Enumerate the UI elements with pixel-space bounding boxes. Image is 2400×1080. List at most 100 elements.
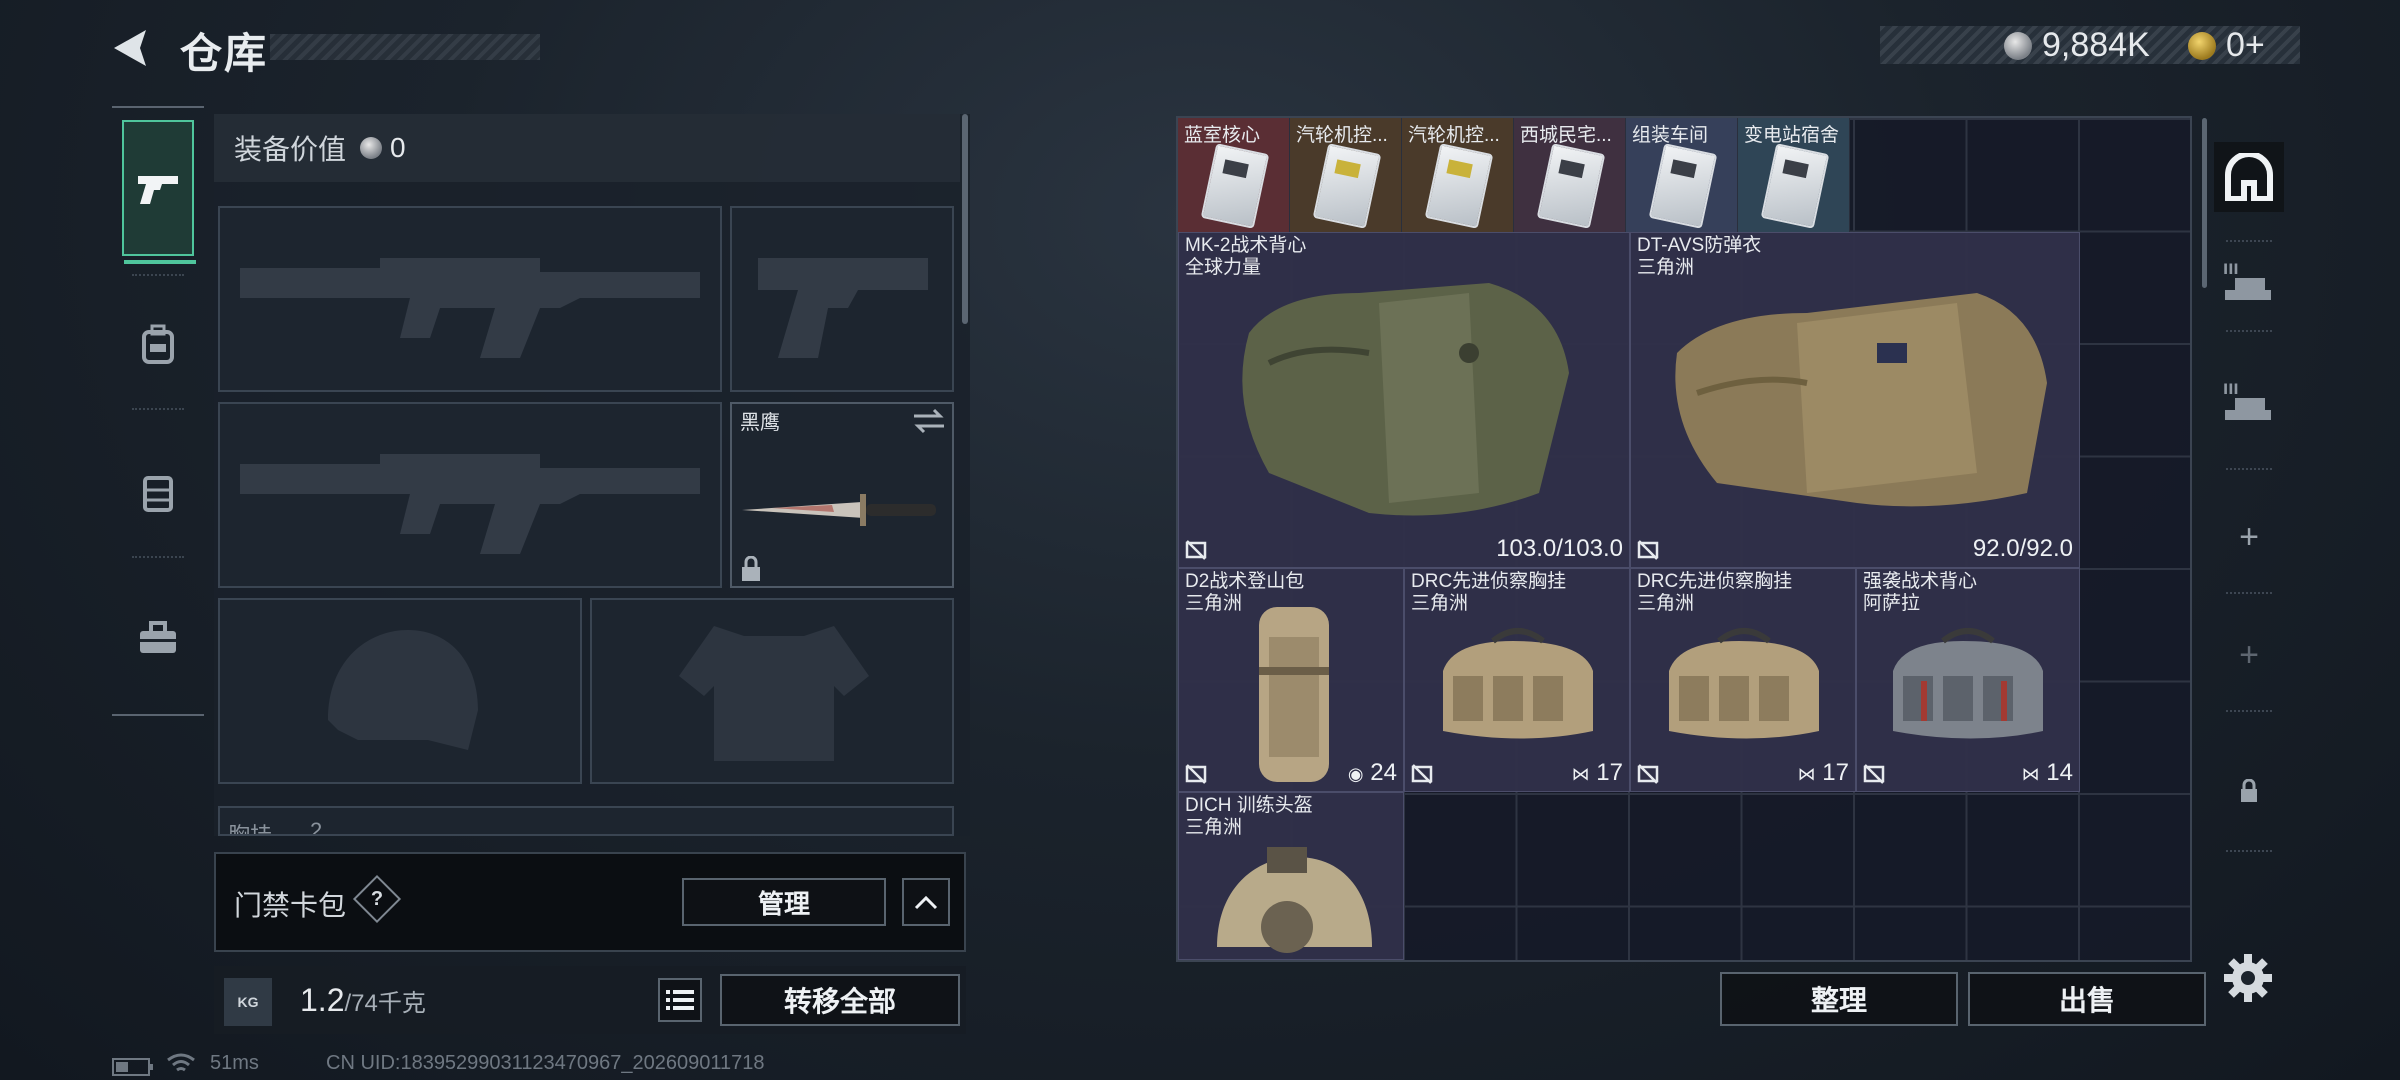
chest-rig-slot[interactable]: 胸挂 2 — [218, 806, 954, 836]
sidearm-slot[interactable] — [730, 206, 954, 392]
rack-icon: III — [2223, 382, 2271, 420]
weight-icon: KG — [224, 978, 272, 1026]
item-capacity: ⋈ 17 — [1797, 759, 1849, 786]
item-durability: 103.0/103.0 — [1496, 535, 1623, 562]
rig-icon: ⋈ — [1571, 764, 1590, 784]
manage-button[interactable]: 管理 — [682, 878, 886, 926]
key-card-item[interactable]: 蓝室核心 — [1178, 118, 1290, 232]
weight-bar: KG 1.2/74千克 转移全部 — [214, 966, 966, 1034]
primary-weapon-slot[interactable] — [218, 206, 722, 392]
key-card-image — [1648, 143, 1718, 229]
equipment-value-label: 装备价值 — [234, 134, 347, 165]
access-card-pack-bar: 门禁卡包 ? 管理 — [214, 852, 966, 952]
stash-item-dt-avs-armor[interactable]: DT-AVS防弹衣 三角洲 92.0/92.0 — [1630, 232, 2080, 568]
list-view-button[interactable] — [658, 978, 702, 1022]
melee-item-name: 黑鹰 — [740, 412, 780, 434]
key-card-item[interactable]: 变电站宿舍 — [1738, 118, 1850, 232]
stash-item-mk2-vest[interactable]: MK-2战术背心 全球力量 103.0/103.0 — [1178, 232, 1630, 568]
key-card-item[interactable]: 汽轮机控... — [1290, 118, 1402, 232]
equipment-value-header: 装备价值 0 — [214, 114, 960, 182]
stash-page-3[interactable]: III — [2214, 376, 2284, 426]
no-sell-icon — [1185, 764, 1207, 784]
stash-page-2[interactable]: III — [2214, 256, 2284, 306]
chest-rig-label: 胸挂 — [228, 823, 273, 836]
rifle-silhouette-icon — [240, 258, 700, 358]
item-name: DRC先进侦察胸挂 三角洲 — [1637, 571, 1793, 614]
armor-image — [1675, 293, 2047, 507]
helmet-image — [1217, 847, 1372, 953]
settings-gear-icon[interactable] — [2220, 950, 2276, 1006]
equipment-panel: 装备价值 0 黑鹰 胸挂 2 — [214, 114, 970, 836]
stash-page-main[interactable] — [2214, 142, 2284, 212]
knife-image — [742, 494, 936, 526]
vest-icon — [143, 476, 173, 512]
lock-icon — [742, 556, 760, 581]
locked-page — [2214, 766, 2284, 816]
stash-item-drc-chest-rig[interactable]: DRC先进侦察胸挂 三角洲 ⋈ 17 — [1630, 568, 1856, 792]
stash-item-drc-chest-rig[interactable]: DRC先进侦察胸挂 三角洲 ⋈ 17 — [1404, 568, 1630, 792]
expand-button[interactable] — [902, 878, 950, 926]
item-name: 强袭战术背心 阿萨拉 — [1863, 571, 1978, 614]
category-tabs — [112, 106, 204, 716]
item-capacity: ⋈ 17 — [1571, 759, 1623, 786]
warehouse-icon — [2225, 153, 2273, 201]
stash-scrollbar[interactable] — [2202, 118, 2207, 288]
lock-icon — [2241, 779, 2257, 802]
equipment-value: 0 — [390, 132, 406, 163]
key-card-item[interactable]: 西城民宅... — [1514, 118, 1626, 232]
wifi-icon — [167, 1053, 195, 1072]
chest-rig-count: 2 — [310, 818, 323, 836]
secondary-weapon-slot[interactable] — [218, 402, 722, 588]
helmet-slot[interactable] — [218, 598, 582, 784]
pistol-silhouette-icon — [758, 258, 928, 358]
tab-toolbox[interactable] — [122, 570, 194, 706]
weight-readout: 1.2/74千克 — [300, 982, 426, 1019]
stash-item-assault-vest[interactable]: 强袭战术背心 阿萨拉 ⋈ 14 — [1856, 568, 2080, 792]
tab-weapons[interactable] — [122, 120, 196, 264]
key-card-image — [1760, 143, 1830, 229]
add-page-button[interactable]: + — [2214, 512, 2284, 562]
no-sell-icon — [1411, 764, 1433, 784]
bag-icon: ◉ — [1347, 764, 1364, 784]
equipment-scrollbar[interactable] — [962, 114, 968, 324]
back-arrow-icon[interactable] — [108, 26, 152, 70]
item-capacity: ⋈ 14 — [2021, 759, 2073, 786]
rig-icon: ⋈ — [1797, 764, 1816, 784]
assault-vest-image — [1893, 628, 2043, 739]
transfer-all-button[interactable]: 转移全部 — [720, 974, 960, 1026]
ping-readout: 51ms — [210, 1052, 259, 1074]
chest-rig-image — [1669, 628, 1819, 739]
no-sell-icon — [1637, 764, 1659, 784]
pistol-icon — [138, 176, 178, 204]
stash-page-column: III III + + — [2214, 116, 2284, 962]
armor-slot[interactable] — [590, 598, 954, 784]
svg-text:III: III — [2223, 382, 2239, 398]
silver-coin-icon — [360, 137, 383, 159]
list-icon — [666, 990, 694, 1010]
tab-vest[interactable] — [122, 424, 194, 560]
swap-icon[interactable] — [912, 408, 946, 434]
key-card-item[interactable]: 组装车间 — [1626, 118, 1738, 232]
melee-slot[interactable]: 黑鹰 — [730, 402, 954, 588]
backpack-icon — [142, 324, 174, 364]
sort-button[interactable]: 整理 — [1720, 972, 1958, 1026]
help-icon[interactable]: ? — [352, 874, 402, 924]
tab-backpack[interactable] — [122, 276, 194, 412]
rack-icon: III — [2223, 262, 2271, 300]
gold-coin-icon — [2188, 32, 2216, 60]
battery-icon — [112, 1058, 153, 1076]
item-capacity: ◉ 24 — [1347, 759, 1397, 786]
gold-currency-value[interactable]: 0+ — [2226, 26, 2265, 65]
key-card-item[interactable]: 汽轮机控... — [1402, 118, 1514, 232]
armor-silhouette-icon — [679, 626, 869, 761]
stash-item-dich-helmet[interactable]: DICH 训练头盔 三角洲 — [1178, 792, 1404, 960]
weight-current: 1.2 — [300, 982, 345, 1018]
key-card-row: 蓝室核心 汽轮机控... 汽轮机控... 西城民宅... 组装车间 变电站宿舍 — [1178, 118, 1858, 232]
key-card-image — [1200, 143, 1270, 229]
svg-text:III: III — [2223, 262, 2239, 278]
rifle-silhouette-icon — [240, 454, 700, 554]
stash-item-d2-backpack[interactable]: D2战术登山包 三角洲 ◉ 24 — [1178, 568, 1404, 792]
sell-button[interactable]: 出售 — [1968, 972, 2206, 1026]
key-card-image — [1424, 143, 1494, 229]
backpack-image — [1259, 607, 1329, 782]
